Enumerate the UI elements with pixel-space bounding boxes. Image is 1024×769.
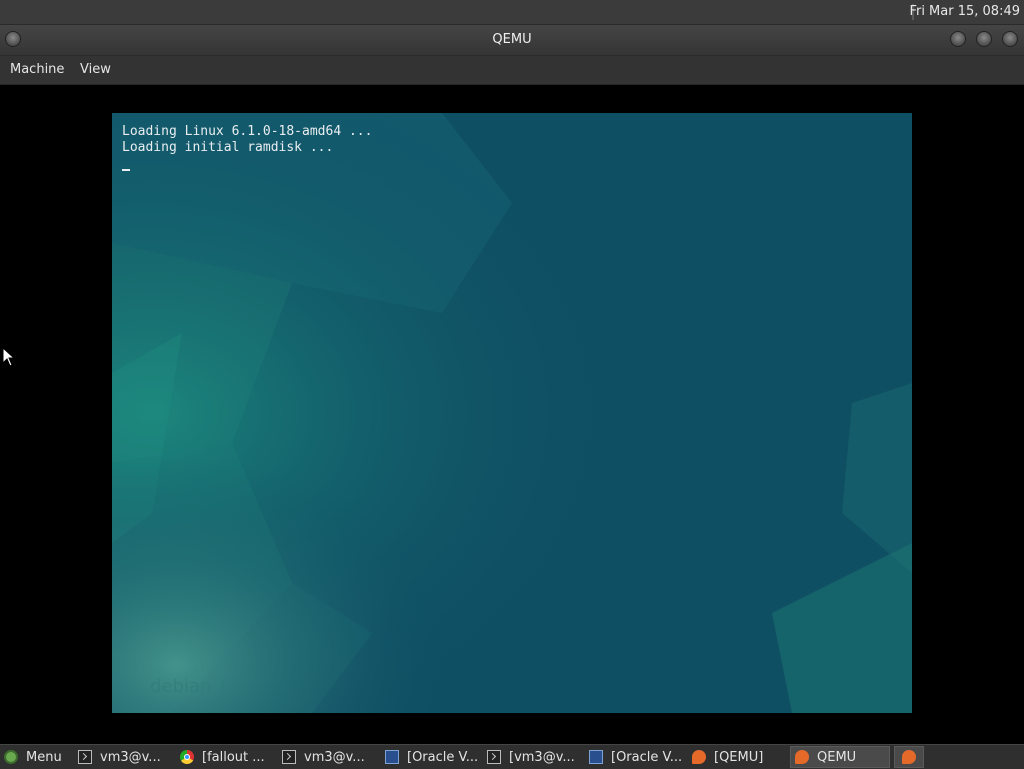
taskbar-item-label: vm3@v...: [100, 749, 161, 765]
taskbar-item-label: QEMU: [817, 749, 857, 765]
terminal-icon: [78, 750, 92, 764]
taskbar-item-label: vm3@v...: [304, 749, 365, 765]
taskbar-item-label: [QEMU]: [714, 749, 764, 765]
taskbar-item-label: [vm3@v...: [509, 749, 575, 765]
taskbar-item[interactable]: vm3@v...: [78, 746, 170, 768]
taskbar-item-label: [Oracle V...: [407, 749, 479, 765]
taskbar-item-label: [Oracle V...: [611, 749, 683, 765]
terminal-icon: [282, 750, 296, 764]
window-title: QEMU: [492, 32, 532, 47]
menu-view[interactable]: View: [80, 62, 111, 77]
qemu-icon: [692, 750, 706, 764]
boot-console: Loading Linux 6.1.0-18-amd64 ... Loading …: [122, 124, 372, 156]
minimize-button[interactable]: [950, 31, 966, 47]
chrome-icon: [180, 750, 194, 764]
start-menu-label: Menu: [26, 749, 62, 765]
taskbar-item[interactable]: [QEMU]: [692, 746, 784, 768]
virtualbox-icon: [385, 750, 399, 764]
tray-qemu-button[interactable]: [894, 746, 924, 768]
console-line: Loading initial ramdisk ...: [122, 140, 334, 155]
menu-icon: [4, 750, 18, 764]
text-cursor: [122, 169, 130, 171]
taskbar-item[interactable]: [Oracle V...: [589, 746, 685, 768]
maximize-button[interactable]: [976, 31, 992, 47]
virtualbox-icon: [589, 750, 603, 764]
taskbar-item[interactable]: [vm3@v...: [487, 746, 583, 768]
console-line: Loading Linux 6.1.0-18-amd64 ...: [122, 124, 373, 139]
debian-wallpaper: [112, 113, 912, 713]
taskbar-item-active[interactable]: QEMU: [790, 746, 890, 768]
clock[interactable]: Fri Mar 15, 08:49: [909, 4, 1020, 19]
taskbar-item[interactable]: [fallout ...: [180, 746, 274, 768]
start-menu-button[interactable]: Menu: [4, 746, 68, 768]
qemu-icon: [902, 750, 916, 764]
window-titlebar[interactable]: QEMU: [0, 25, 1024, 56]
terminal-icon: [487, 750, 501, 764]
close-button[interactable]: [1002, 31, 1018, 47]
debian-watermark: debian 12: [150, 676, 240, 697]
taskbar-item[interactable]: [Oracle V...: [385, 746, 481, 768]
menubar: Machine View: [0, 56, 1024, 85]
taskbar: Menu vm3@v... [fallout ... vm3@v... [Ora…: [0, 744, 1024, 769]
top-panel: Fri Mar 15, 08:49: [0, 0, 1024, 25]
taskbar-item[interactable]: vm3@v...: [282, 746, 376, 768]
menu-machine[interactable]: Machine: [10, 62, 64, 77]
vm-screen[interactable]: Loading Linux 6.1.0-18-amd64 ... Loading …: [112, 113, 912, 713]
qemu-icon: [795, 750, 809, 764]
mouse-pointer-icon: [2, 347, 14, 367]
taskbar-item-label: [fallout ...: [202, 749, 265, 765]
